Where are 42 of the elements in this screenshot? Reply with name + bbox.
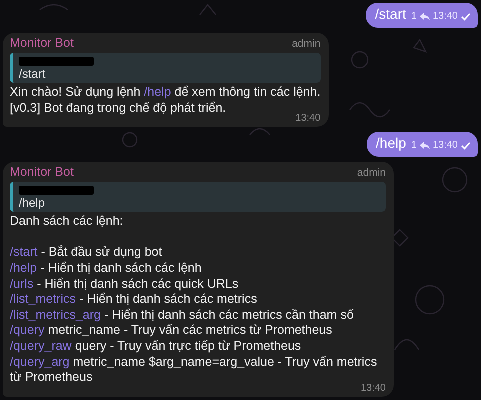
reply-count: 1 <box>411 139 417 154</box>
role-label: admin <box>357 166 386 182</box>
command-link[interactable]: /query <box>10 323 45 338</box>
command-link[interactable]: /list_metrics_arg <box>10 308 101 322</box>
message-time: 13:40 <box>360 384 386 394</box>
message-text: /help <box>376 134 406 152</box>
command-link[interactable]: /urls <box>10 276 34 291</box>
command-link[interactable]: /list_metrics <box>10 292 76 306</box>
message-line: /list_metrics - Hiển thị danh sách các metrics <box>10 292 258 308</box>
message-line: Danh sách các lệnh: <box>10 214 124 230</box>
message-line: /urls - Hiển thị danh sách các quick URLs <box>10 276 240 292</box>
quoted-text: /help <box>19 196 46 210</box>
message-line: /start - Bắt đầu sử dụng bot <box>10 245 164 261</box>
message-line: [v0.3] Bot đang trong chế độ phát triển. <box>10 100 228 116</box>
message-line: /query_raw query - Truy vấn trực tiếp từ Prometheus <box>10 338 302 355</box>
sender-name: Monitor Bot <box>10 36 74 51</box>
reply-icon <box>420 142 430 150</box>
role-label: admin <box>292 37 321 52</box>
message-line: /query metric_name - Truy vấn các metrics từ Prometheus <box>10 323 334 339</box>
sent-message-bubble[interactable]: /help 1 13:40 <box>367 132 478 158</box>
message-line: /help - Hiển thị danh sách các lệnh <box>10 260 203 277</box>
message-time: 13:40 <box>296 114 321 124</box>
sender-name: Monitor Bot <box>10 165 74 180</box>
reply-quote[interactable]: /start <box>10 53 321 83</box>
message-text: /start <box>375 5 406 23</box>
message-line: /list_metrics_arg - Hiển thị danh sách các metrics cần tham số <box>10 308 355 324</box>
command-link[interactable]: /start <box>10 245 38 260</box>
reply-quote[interactable]: /help <box>10 182 386 212</box>
command-link[interactable]: /query_raw <box>10 338 72 353</box>
message-time: 13:40 <box>432 139 458 154</box>
message-line: Xin chào! Sử dụng lệnh /help để xem thông tin các lệnh. <box>10 85 321 101</box>
command-link[interactable]: /help <box>144 85 172 99</box>
quoted-text: /start <box>19 67 46 81</box>
command-link[interactable]: /query_arg <box>10 354 70 369</box>
sent-message-bubble[interactable]: /start 1 13:40 <box>366 3 478 28</box>
reply-count: 1 <box>411 10 417 24</box>
message-time: 13:40 <box>432 10 458 24</box>
reply-icon <box>420 13 430 21</box>
message-line: /query_arg metric_name $arg_name=arg_value - Truy vấn metrics từ Prometheus <box>10 354 378 384</box>
received-message-bubble[interactable] <box>3 162 394 397</box>
received-message-bubble[interactable]: Monitor Bot admin /start Xin chào! Sử dụng lệnh /help để xem thông tin các lệnh. [v0.3] Bot đang trong chế độ phát triển. 13:40 <box>3 33 329 128</box>
command-link[interactable]: /help <box>10 260 38 275</box>
